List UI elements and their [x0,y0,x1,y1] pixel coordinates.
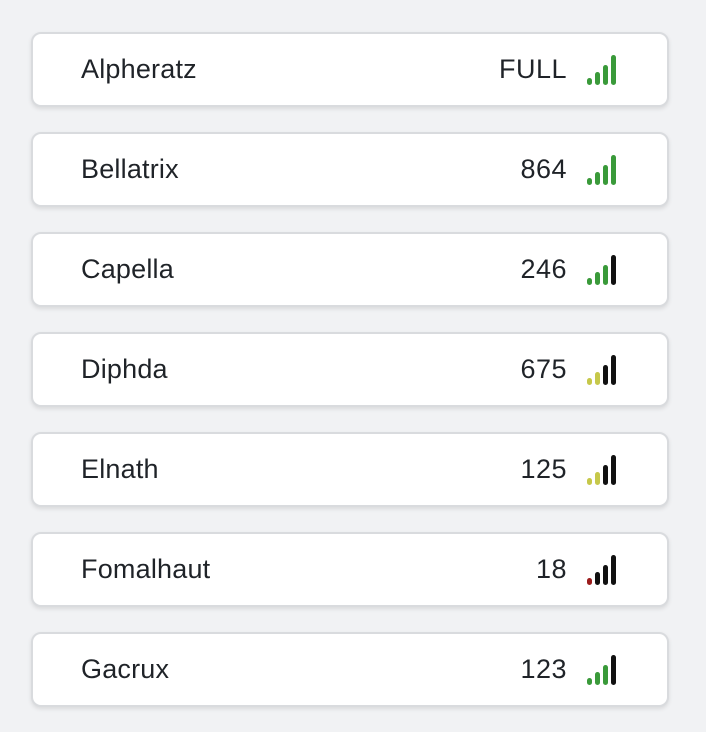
list-item-fomalhaut[interactable]: Fomalhaut 18 [31,532,669,607]
list-item-elnath[interactable]: Elnath 125 [31,432,669,507]
signal-bar-4 [611,254,616,285]
signal-bar-3 [603,164,608,185]
list-item-bellatrix[interactable]: Bellatrix 864 [31,132,669,207]
signal-bar-2 [595,671,600,685]
signal-bar-3 [603,464,608,485]
signal-bar-2 [595,471,600,485]
item-value: 125 [520,454,567,484]
signal-strength-icon [587,254,616,285]
signal-bar-2 [595,371,600,385]
item-name: Diphda [81,354,168,384]
signal-bar-4 [611,354,616,385]
item-name: Bellatrix [81,154,179,184]
signal-bar-3 [603,664,608,685]
signal-bar-4 [611,654,616,685]
signal-bar-1 [587,377,592,385]
signal-bar-4 [611,554,616,585]
signal-bar-2 [595,271,600,285]
item-name: Elnath [81,454,159,484]
item-value: 864 [520,154,567,184]
signal-bar-2 [595,171,600,185]
item-name: Fomalhaut [81,554,211,584]
list-item-gacrux[interactable]: Gacrux 123 [31,632,669,707]
signal-bar-1 [587,577,592,585]
server-list: Alpheratz FULL Bellatrix 864 Capella 246… [31,32,669,732]
item-value: FULL [498,54,567,84]
signal-bar-1 [587,177,592,185]
signal-strength-icon [587,654,616,685]
list-item-capella[interactable]: Capella 246 [31,232,669,307]
signal-bar-1 [587,677,592,685]
signal-bar-1 [587,477,592,485]
item-value: 675 [520,354,567,384]
signal-bar-1 [587,77,592,85]
signal-bar-3 [603,364,608,385]
signal-bar-2 [595,71,600,85]
signal-bar-3 [603,564,608,585]
signal-strength-icon [587,554,616,585]
signal-bar-2 [595,571,600,585]
signal-strength-icon [587,354,616,385]
signal-strength-icon [587,154,616,185]
signal-bar-3 [603,64,608,85]
list-item-alpheratz[interactable]: Alpheratz FULL [31,32,669,107]
item-value: 246 [520,254,567,284]
signal-strength-icon [587,454,616,485]
signal-bar-1 [587,277,592,285]
list-item-diphda[interactable]: Diphda 675 [31,332,669,407]
item-name: Capella [81,254,174,284]
item-value: 18 [535,554,567,584]
signal-bar-4 [611,54,616,85]
signal-bar-4 [611,454,616,485]
signal-strength-icon [587,54,616,85]
item-value: 123 [520,654,567,684]
signal-bar-3 [603,264,608,285]
item-name: Alpheratz [81,54,197,84]
item-name: Gacrux [81,654,170,684]
signal-bar-4 [611,154,616,185]
